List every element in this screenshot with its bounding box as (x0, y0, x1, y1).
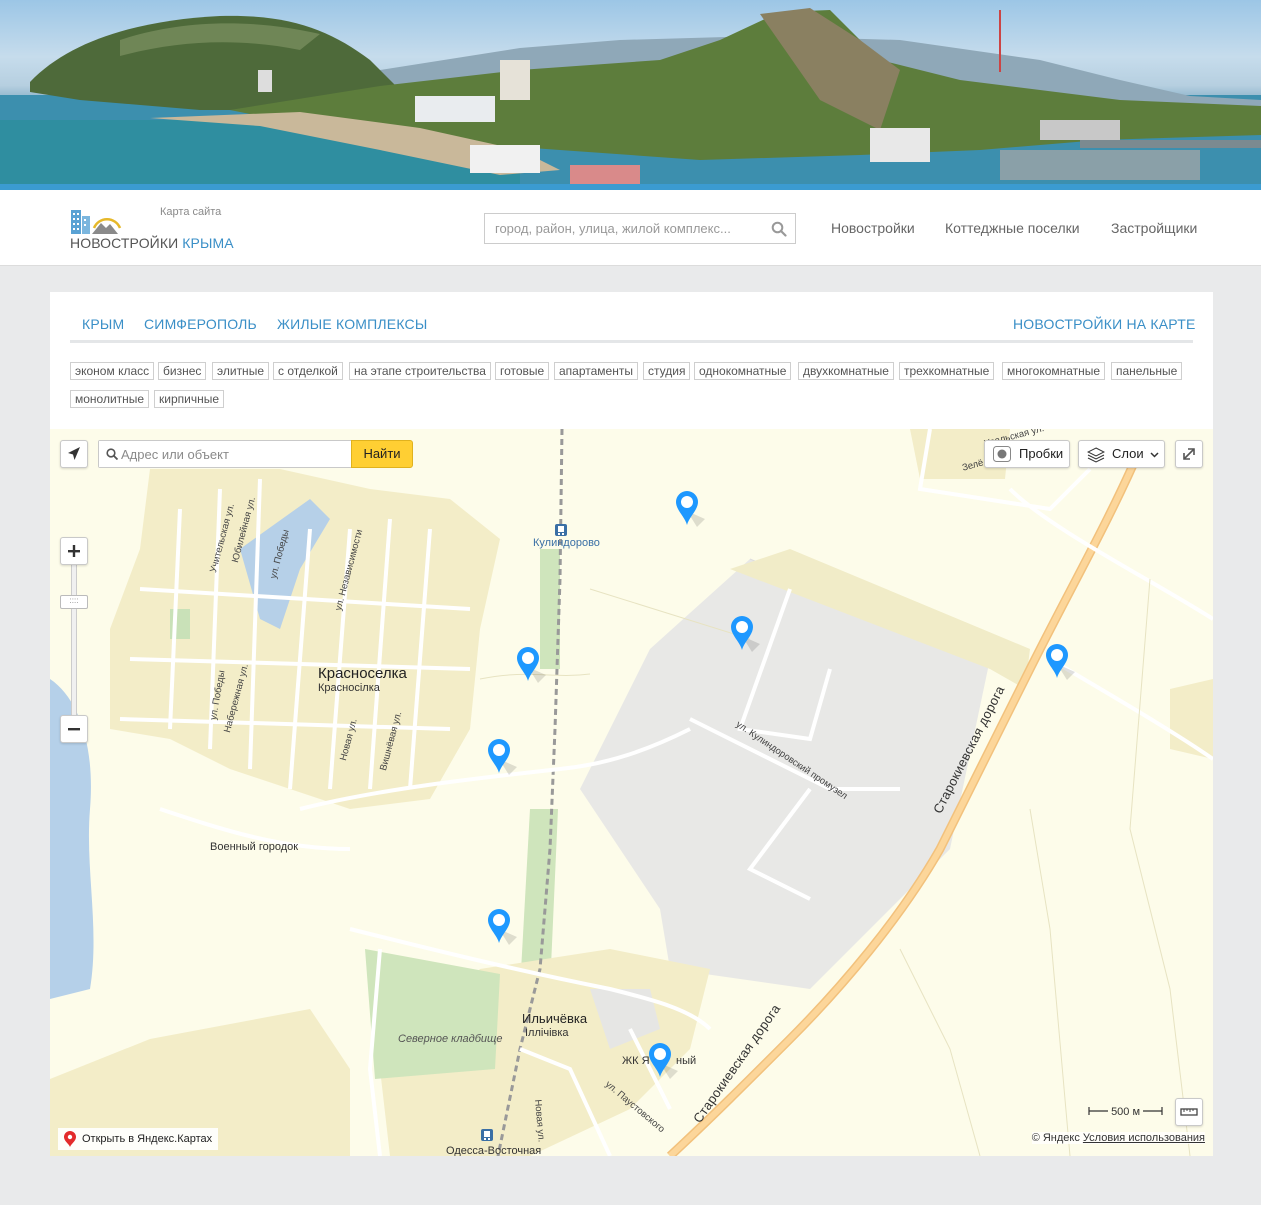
traffic-label: Пробки (1019, 446, 1064, 461)
tag-monolithic[interactable]: монолитные (70, 390, 150, 408)
train-station-icon (555, 524, 567, 536)
map-search-input[interactable] (99, 441, 324, 467)
traffic-button[interactable]: Пробки (984, 440, 1070, 468)
scale-bar-left-icon (1088, 1107, 1108, 1115)
tag-panel[interactable]: панельные (1111, 362, 1183, 380)
zoom-out-button[interactable] (60, 715, 88, 743)
train-station-icon (481, 1129, 493, 1141)
map-search-box (98, 440, 352, 468)
complex-marker-icon[interactable] (675, 491, 705, 529)
map-label-jk: ЖК Я (622, 1055, 650, 1067)
scale-bar-right-icon (1143, 1107, 1163, 1115)
search-icon[interactable] (771, 221, 787, 237)
open-in-yandex-label: Открыть в Яндекс.Картах (82, 1133, 213, 1145)
tag-finished[interactable]: с отделкой (273, 362, 343, 380)
map-label-ilichevka: Ильичёвка (522, 1011, 588, 1026)
tag-brick[interactable]: кирпичные (154, 390, 225, 408)
zoom-in-button[interactable] (60, 537, 88, 565)
nav-developers[interactable]: Застройщики (1111, 220, 1197, 236)
location-arrow-icon (68, 447, 80, 460)
complex-marker-icon[interactable] (487, 739, 517, 777)
minus-icon (68, 728, 80, 731)
header-banner-photo (0, 0, 1261, 190)
map-label-kulindorovo: Кулиндорово (533, 537, 600, 549)
crimea-panorama-image (0, 8, 1261, 190)
layers-label: Слои (1112, 446, 1144, 461)
map-find-button[interactable]: Найти (351, 440, 413, 468)
logo-buildings-icon (71, 210, 122, 234)
layers-button[interactable]: Слои (1078, 440, 1165, 468)
tag-multi-room[interactable]: многокомнатные (1002, 362, 1106, 380)
copyright-text: © Яндекс (1031, 1132, 1080, 1144)
tag-under-construction[interactable]: на этапе строительства (349, 362, 491, 380)
tag-studio[interactable]: студия (643, 362, 691, 380)
zoom-slider-handle[interactable]: :::: (60, 595, 88, 609)
terms-of-use-link[interactable]: Условия использования (1083, 1132, 1205, 1144)
layers-icon (1087, 447, 1105, 463)
content-card: КРЫМ СИМФЕРОПОЛЬ ЖИЛЫЕ КОМПЛЕКСЫ НОВОСТР… (50, 292, 1213, 1156)
zoom-slider-track[interactable] (71, 565, 77, 715)
logo-text: НОВОСТРОЙКИ КРЫМА (70, 235, 234, 251)
site-header: НОВОСТРОЙКИ КРЫМА Карта сайта Новостройк… (0, 190, 1261, 266)
plus-icon (68, 545, 80, 557)
complex-marker-icon[interactable] (516, 647, 546, 685)
map-pin-icon (64, 1131, 76, 1147)
new-buildings-on-map-link[interactable]: НОВОСТРОЙКИ НА КАРТЕ (1013, 316, 1195, 332)
site-search-input[interactable] (485, 214, 755, 243)
ruler-button[interactable] (1175, 1098, 1203, 1126)
complex-marker-icon[interactable] (730, 616, 760, 654)
map-label-ilichevka-ua: Іллічівка (525, 1027, 569, 1039)
breadcrumb-simferopol[interactable]: СИМФЕРОПОЛЬ (144, 316, 257, 332)
tag-one-room[interactable]: однокомнатные (694, 362, 792, 380)
tag-economy[interactable]: эконом класс (70, 362, 155, 380)
complex-marker-icon[interactable] (1045, 644, 1075, 682)
map-label-odessa-east: Одесса-Восточная (446, 1145, 542, 1156)
map-search-icon (106, 448, 118, 460)
site-search (484, 213, 796, 244)
tag-three-room[interactable]: трехкомнатные (899, 362, 995, 380)
breadcrumb: КРЫМ СИМФЕРОПОЛЬ ЖИЛЫЕ КОМПЛЕКСЫ НОВОСТР… (50, 292, 1213, 344)
map-label-military-town: Военный городок (210, 841, 299, 853)
map-label-north-cemetery: Северное кладбище (398, 1033, 503, 1045)
tag-apartments[interactable]: апартаменты (554, 362, 638, 380)
tag-ready[interactable]: готовые (495, 362, 550, 380)
nav-novostroyki[interactable]: Новостройки (831, 220, 915, 236)
map-label-krasnoselka: Красноселка (318, 665, 407, 682)
ruler-icon (1180, 1108, 1198, 1116)
geolocation-button[interactable] (60, 440, 88, 468)
map-label-jk-suffix: ный (676, 1055, 697, 1067)
tag-two-room[interactable]: двухкомнатные (798, 362, 894, 380)
map-copyright: © Яндекс Условия использования (1031, 1132, 1205, 1144)
fullscreen-button[interactable] (1175, 440, 1203, 468)
traffic-icon (993, 446, 1011, 462)
expand-icon (1183, 448, 1195, 460)
open-in-yandex-maps-link[interactable]: Открыть в Яндекс.Картах (58, 1128, 219, 1150)
breadcrumb-crimea[interactable]: КРЫМ (82, 316, 124, 332)
nav-cottage-villages[interactable]: Коттеджные поселки (945, 220, 1080, 236)
complex-marker-icon[interactable] (648, 1043, 678, 1081)
tag-business[interactable]: бизнес (158, 362, 207, 380)
breadcrumb-residential-complexes[interactable]: ЖИЛЫЕ КОМПЛЕКСЫ (277, 316, 427, 332)
sitemap-link[interactable]: Карта сайта (160, 206, 221, 218)
map-widget[interactable]: Красноселка Красносілка Военный городок … (50, 429, 1213, 1156)
map-scale: 500 м (1088, 1106, 1163, 1118)
chevron-down-icon (1150, 452, 1159, 458)
scale-label: 500 м (1111, 1106, 1141, 1118)
tag-elite[interactable]: элитные (212, 362, 269, 380)
complex-marker-icon[interactable] (487, 909, 517, 947)
map-label-krasnoselka-ua: Красносілка (318, 682, 380, 694)
breadcrumb-divider (70, 340, 1193, 343)
